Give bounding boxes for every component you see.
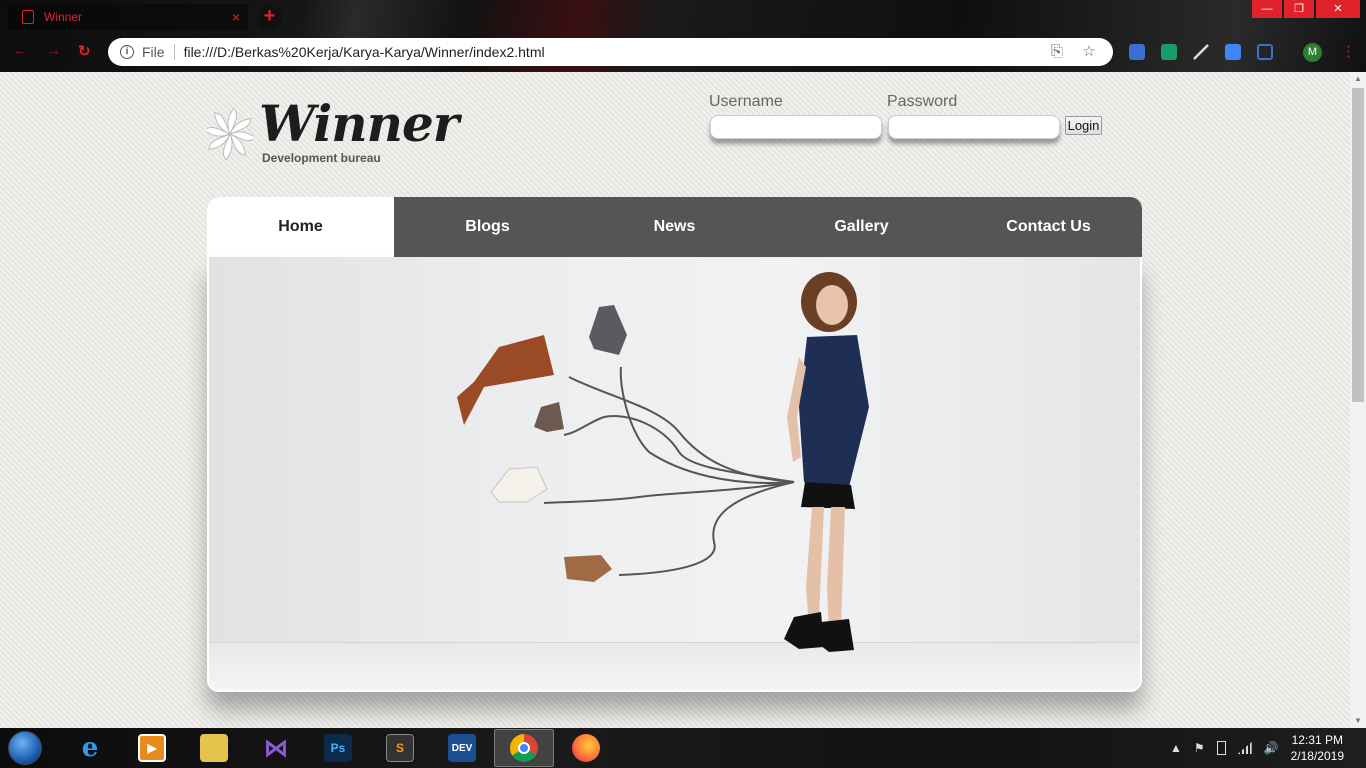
model-figure: [784, 272, 869, 652]
profile-avatar[interactable]: M: [1303, 43, 1322, 62]
battery-icon[interactable]: [1216, 741, 1226, 755]
site-logo[interactable]: Winner Development bureau: [207, 94, 459, 170]
username-label: Username: [709, 93, 783, 110]
media-player-icon: ▶: [138, 734, 166, 762]
network-signal-icon[interactable]: [1237, 742, 1252, 754]
firefox-icon: [572, 734, 600, 762]
windows-taskbar: e ▶ ⋈ Ps S DEV ▲ ⚑ 🔊 12:31 PM 2/18/2019: [0, 728, 1366, 768]
main-navigation: Home Blogs News Gallery Contact Us: [207, 197, 1142, 257]
address-divider: [173, 44, 175, 60]
restore-button[interactable]: ❐: [1284, 0, 1314, 18]
nav-contact-us[interactable]: Contact Us: [955, 197, 1142, 257]
gray-boot: [589, 305, 627, 355]
nav-home[interactable]: Home: [207, 197, 394, 257]
fashion-photo: [457, 272, 869, 652]
address-bar[interactable]: i File file:///D:/Berkas%20Kerja/Karya-K…: [108, 38, 1113, 66]
new-tab-button[interactable]: +: [257, 5, 282, 30]
browser-tab[interactable]: Winner ×: [8, 4, 248, 30]
tab-title: Winner: [44, 10, 83, 24]
volume-icon[interactable]: 🔊: [1264, 741, 1279, 755]
show-hidden-icons-icon[interactable]: ▲: [1170, 741, 1182, 755]
white-boot: [490, 466, 548, 503]
translate-icon[interactable]: ⎘: [1049, 44, 1065, 60]
scroll-up-icon[interactable]: ▲: [1350, 72, 1366, 86]
logo-wordmark: Winner: [259, 94, 459, 153]
extension-screenshot-icon[interactable]: [1257, 44, 1273, 60]
window-controls: — ❐ ✕: [1250, 0, 1360, 18]
password-input[interactable]: [888, 115, 1060, 139]
extension-flag-icon[interactable]: [1161, 44, 1177, 60]
url-text[interactable]: file:///D:/Berkas%20Kerja/Karya-Karya/Wi…: [184, 44, 1049, 60]
swirl-logo-icon: [207, 107, 253, 161]
clock[interactable]: 12:31 PM 2/18/2019: [1291, 732, 1344, 764]
hero-banner-image: [207, 257, 1142, 692]
reload-icon[interactable]: ↻: [78, 42, 91, 60]
photoshop-icon: Ps: [324, 734, 352, 762]
login-button[interactable]: Login: [1065, 116, 1102, 135]
system-tray: ▲ ⚑ 🔊 12:31 PM 2/18/2019: [1170, 728, 1366, 768]
scroll-thumb[interactable]: [1352, 88, 1364, 402]
page-scrollbar[interactable]: ▲ ▼: [1350, 72, 1366, 728]
file-scheme-label: File: [142, 44, 165, 60]
browser-menu-icon[interactable]: ⋮: [1341, 42, 1356, 60]
devexpress-icon: DEV: [448, 734, 476, 762]
browser-chrome: Winner × + — ❐ ✕ ← → ↻ i File file:///D:…: [0, 0, 1366, 72]
taskbar-devexpress[interactable]: DEV: [432, 729, 492, 767]
username-input[interactable]: [710, 115, 882, 139]
start-button[interactable]: [8, 731, 42, 765]
sublime-text-icon: S: [386, 734, 414, 762]
taskbar-firefox[interactable]: [556, 729, 616, 767]
nav-blogs[interactable]: Blogs: [394, 197, 581, 257]
taskbar-internet-explorer[interactable]: e: [60, 729, 120, 767]
password-label: Password: [887, 93, 958, 110]
window-close-button[interactable]: ✕: [1316, 0, 1360, 18]
visual-studio-icon: ⋈: [264, 734, 288, 762]
nav-gallery[interactable]: Gallery: [768, 197, 955, 257]
clock-date: 2/18/2019: [1290, 749, 1344, 763]
cognac-sandal: [564, 555, 612, 582]
taskbar-media-player[interactable]: ▶: [122, 729, 182, 767]
taskbar-file-explorer[interactable]: [184, 729, 244, 767]
taskbar-sublime-text[interactable]: S: [370, 729, 430, 767]
site-info-icon[interactable]: i: [120, 45, 134, 59]
scroll-down-icon[interactable]: ▼: [1350, 714, 1366, 728]
extension-translate-icon[interactable]: [1225, 44, 1241, 60]
bookmark-star-icon[interactable]: ☆: [1081, 44, 1097, 60]
logo-tagline: Development bureau: [262, 151, 381, 165]
tab-close-icon[interactable]: ×: [232, 9, 240, 25]
taskbar-visual-studio[interactable]: ⋈: [246, 729, 306, 767]
chrome-icon: [510, 734, 538, 762]
back-icon[interactable]: ←: [13, 42, 28, 59]
forward-icon[interactable]: →: [46, 42, 61, 59]
nav-news[interactable]: News: [581, 197, 768, 257]
page-file-icon: [22, 10, 34, 24]
tan-heel: [534, 402, 564, 432]
action-center-flag-icon[interactable]: ⚑: [1194, 741, 1205, 755]
extension-pen-icon[interactable]: [1193, 44, 1209, 60]
taskbar-chrome[interactable]: [494, 729, 554, 767]
folder-icon: [200, 734, 228, 762]
web-page: Winner Development bureau Username Passw…: [0, 72, 1350, 728]
internet-explorer-icon: e: [81, 733, 99, 763]
extension-cast-icon[interactable]: [1129, 44, 1145, 60]
taskbar-photoshop[interactable]: Ps: [308, 729, 368, 767]
minimize-button[interactable]: —: [1252, 0, 1282, 18]
clock-time: 12:31 PM: [1291, 733, 1343, 747]
